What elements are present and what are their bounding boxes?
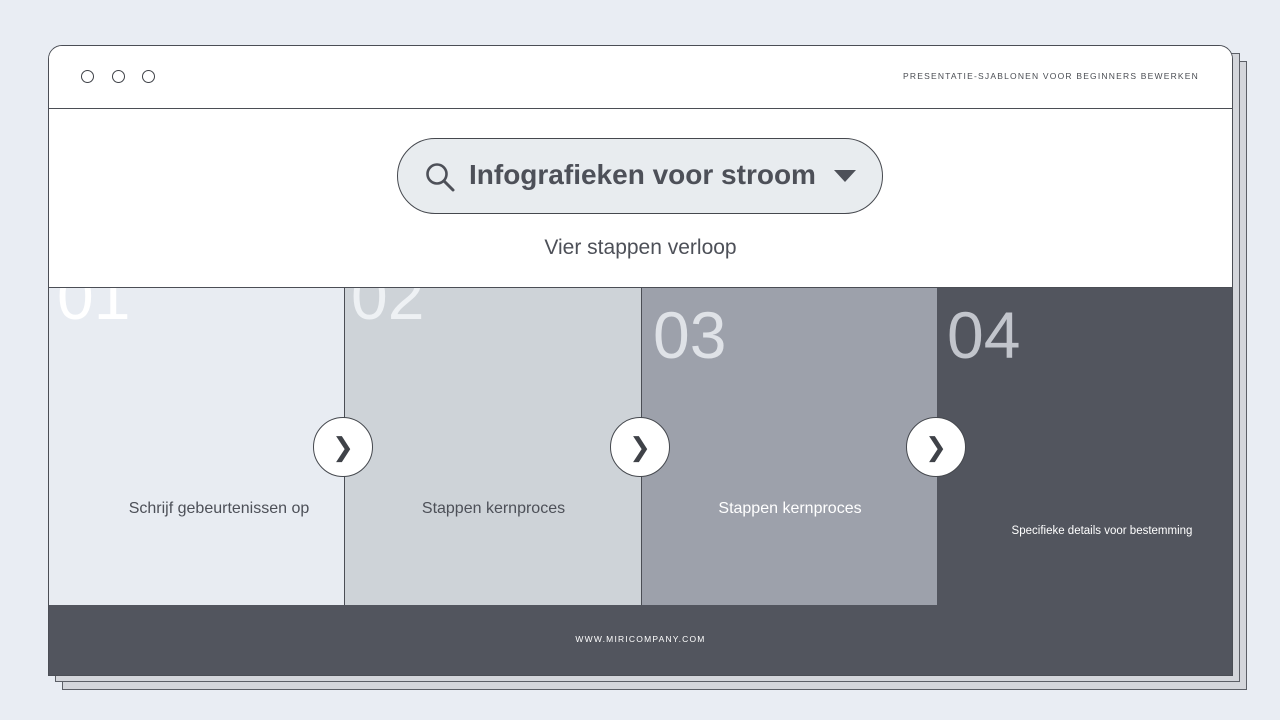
step-card: 02 Stappen kernproces <box>344 288 642 606</box>
search-icon <box>426 163 455 192</box>
search-input[interactable]: Infografieken voor stroom <box>469 159 816 191</box>
step-card: 03 Stappen kernproces <box>641 288 938 606</box>
window-dot-icon[interactable] <box>112 70 125 83</box>
step-number: 02 <box>351 288 425 333</box>
next-arrow-icon[interactable]: ❯ <box>313 417 373 477</box>
step-label: Schrijf gebeurtenissen op <box>128 500 310 517</box>
window-titlebar: PRESENTATIE-SJABLONEN VOOR BEGINNERS BEW… <box>49 46 1232 109</box>
footer: WWW.MIRICOMPANY.COM <box>49 605 1232 675</box>
window-dot-icon[interactable] <box>142 70 155 83</box>
browser-window: PRESENTATIE-SJABLONEN VOOR BEGINNERS BEW… <box>48 45 1233 676</box>
chevron-down-icon[interactable] <box>834 170 856 182</box>
step-card: 01 Schrijf gebeurtenissen op <box>49 288 344 606</box>
step-number: 01 <box>57 288 131 333</box>
step-label: Stappen kernproces <box>718 500 862 517</box>
section-subtitle: Vier stappen verloop <box>544 236 737 259</box>
slide-stage: PRESENTATIE-SJABLONEN VOOR BEGINNERS BEW… <box>0 0 1280 720</box>
step-number: 04 <box>947 298 1021 372</box>
window-title: PRESENTATIE-SJABLONEN VOOR BEGINNERS BEW… <box>903 71 1199 81</box>
process-steps: 01 Schrijf gebeurtenissen op 02 Stappen … <box>49 287 1232 606</box>
next-arrow-icon[interactable]: ❯ <box>906 417 966 477</box>
step-number: 03 <box>653 298 727 372</box>
step-label: Stappen kernproces <box>421 500 566 517</box>
step-card: 04 Specifieke details voor bestemming <box>937 288 1232 606</box>
window-dot-icon[interactable] <box>81 70 94 83</box>
step-label: Specifieke details voor bestemming <box>1011 525 1193 537</box>
search-bar[interactable]: Infografieken voor stroom <box>397 138 883 214</box>
footer-url[interactable]: WWW.MIRICOMPANY.COM <box>49 634 1232 644</box>
next-arrow-icon[interactable]: ❯ <box>610 417 670 477</box>
